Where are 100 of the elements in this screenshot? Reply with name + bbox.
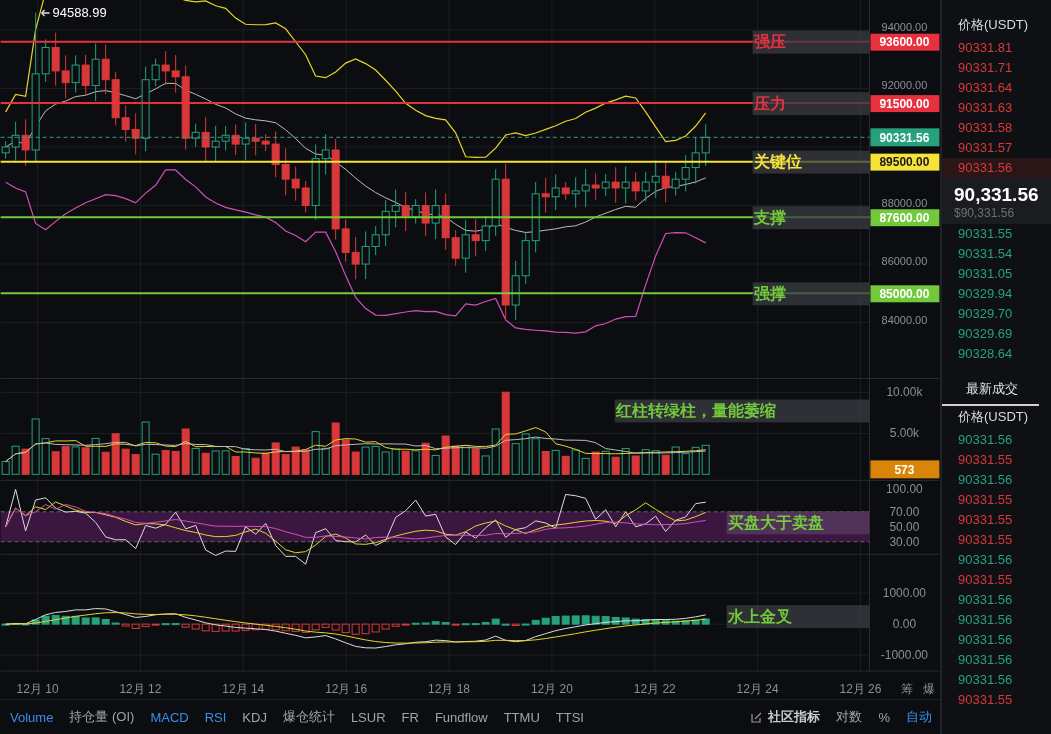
date-axis-label: 12月 10: [16, 682, 59, 697]
indicator-tab[interactable]: RSI: [200, 707, 231, 727]
price-axis-label: 94000.00: [881, 20, 928, 33]
trade-price: 90331.55: [957, 531, 1014, 549]
level-price-tag: 87600.00: [870, 209, 940, 227]
community-indicators-button[interactable]: 社区指标: [764, 706, 825, 728]
indicator-tab[interactable]: TTSI: [551, 707, 588, 727]
bid-price: 90331.55: [957, 225, 1014, 243]
date-axis-label: 12月 16: [325, 682, 368, 697]
price-axis-label: 86000.00: [881, 255, 928, 268]
trade-price: 90331.55: [957, 571, 1014, 589]
ask-price: 90331.63: [957, 99, 1014, 117]
candlestick: [471, 218, 480, 257]
scale-option[interactable]: 自动: [902, 706, 936, 728]
indicator-tab[interactable]: Fundflow: [430, 707, 492, 727]
indicator-tab[interactable]: KDJ: [238, 707, 271, 727]
ask-price: 90331.64: [957, 79, 1014, 97]
arrow-icon: [40, 9, 51, 17]
trade-price: 90331.56: [957, 591, 1014, 609]
candlestick: [61, 54, 70, 99]
indicator-tab[interactable]: 持仓量 (OI): [65, 706, 139, 728]
high-price-marker: 94588.99: [52, 5, 107, 21]
candlestick: [241, 121, 250, 161]
indicator-tab[interactable]: LSUR: [346, 707, 390, 727]
macd-axis-label: -1000.00: [880, 648, 929, 663]
volume-axis-label: 5.00k: [889, 426, 920, 441]
trade-price: 90331.56: [957, 671, 1014, 689]
trade-price: 90331.55: [957, 691, 1014, 709]
level-label: 关键位: [752, 150, 870, 174]
candlestick: [351, 236, 360, 280]
rsi-axis-label: 70.00: [889, 504, 920, 519]
trade-price: 90331.56: [957, 651, 1014, 669]
price-axis-label: 84000.00: [881, 313, 928, 326]
mid-price: 90,331.56: [954, 184, 1040, 206]
candlestick: [651, 160, 660, 199]
trade-price: 90331.55: [957, 491, 1014, 509]
scale-option[interactable]: %: [874, 707, 894, 727]
price-axis-label: 92000.00: [881, 79, 928, 92]
candlestick: [591, 172, 600, 201]
indicator-tab[interactable]: Volume: [6, 707, 58, 727]
indicator-tab[interactable]: MACD: [146, 707, 193, 727]
candlestick: [281, 147, 290, 196]
indicator-tab[interactable]: TTMU: [499, 707, 544, 727]
rsi-axis-label: 100.00: [886, 482, 923, 497]
candlestick: [631, 171, 640, 202]
date-axis-label: 12月 18: [428, 682, 470, 697]
bid-price: 90329.94: [957, 285, 1014, 303]
candlestick: [581, 168, 590, 208]
indicator-tab[interactable]: FR: [397, 707, 423, 727]
ask-price: 90331.71: [957, 59, 1014, 77]
ask-price: 90331.57: [957, 139, 1014, 157]
date-axis-label: 12月 24: [736, 682, 779, 697]
rsi-axis-label: 50.00: [889, 519, 920, 534]
candlestick: [291, 166, 300, 202]
level-label: 压力: [752, 92, 870, 116]
column-header: 价格(USDT): [957, 408, 1030, 426]
column-header: 价格(USDT): [957, 16, 1030, 34]
candlestick: [641, 171, 650, 202]
macd-axis-label: 1000.00: [882, 586, 927, 601]
bid-price: 90331.05: [957, 265, 1014, 283]
candlestick: [51, 32, 60, 87]
trade-price: 90331.55: [957, 451, 1014, 469]
trade-price: 90331.55: [957, 511, 1014, 529]
candlestick: [81, 54, 90, 97]
mid-price-usd: $90,331.56: [954, 206, 1016, 220]
candlestick: [701, 123, 710, 167]
date-axis-label: 12月 26: [839, 682, 882, 697]
trade-price: 90331.56: [957, 431, 1014, 449]
trade-price: 90331.56: [957, 611, 1014, 629]
macd-note: 水上金叉: [726, 605, 870, 629]
trades-tab[interactable]: 最新成交: [942, 370, 1039, 406]
candlestick: [71, 54, 80, 93]
bid-price: 90329.69: [957, 325, 1014, 343]
volume-value-tag: 573: [870, 460, 940, 479]
chart-tool-button[interactable]: 爆: [923, 682, 936, 697]
level-label: 强压: [752, 30, 870, 54]
date-axis-label: 12月 22: [633, 682, 676, 697]
rsi-axis-label: 30.00: [889, 534, 920, 549]
ask-price: 90331.58: [957, 119, 1014, 137]
bid-price: 90329.70: [957, 305, 1014, 323]
ask-price: 90331.81: [957, 39, 1014, 57]
level-label: 强撑: [752, 282, 870, 306]
bid-price: 90331.54: [957, 245, 1014, 263]
chart-tool-button[interactable]: 筹: [901, 682, 914, 697]
rsi-note: 买盘大于卖盘: [726, 511, 870, 535]
scale-option[interactable]: 对数: [832, 706, 867, 728]
level-price-tag: 91500.00: [870, 95, 940, 113]
candlestick: [621, 166, 630, 204]
ask-price: 90331.56: [942, 158, 1051, 178]
bid-price: 90328.64: [957, 345, 1014, 363]
macd-axis-label: 0.00: [892, 617, 917, 632]
level-price-tag: 85000.00: [870, 285, 940, 303]
level-price-tag: 93600.00: [870, 33, 940, 51]
candlestick: [231, 123, 240, 156]
edit-icon[interactable]: [751, 711, 763, 723]
indicator-tab[interactable]: 爆仓统计: [278, 706, 339, 728]
date-axis-label: 12月 14: [222, 682, 265, 697]
volume-axis-label: 10.00k: [886, 385, 923, 400]
candlestick: [691, 136, 700, 185]
candlestick: [161, 50, 170, 86]
